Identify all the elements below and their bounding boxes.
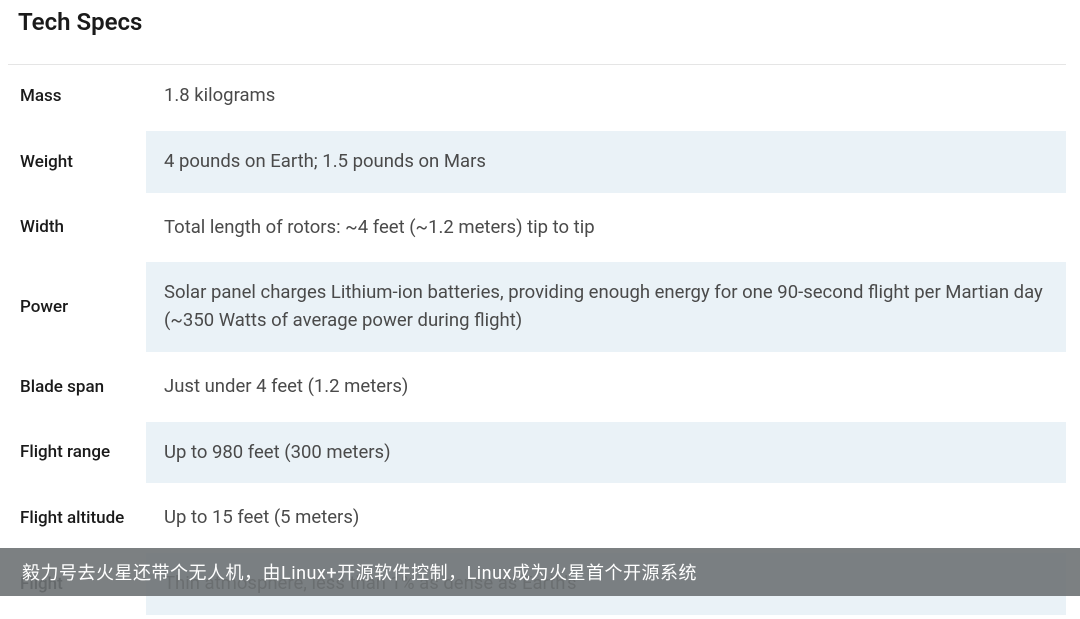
row-label: Weight [8, 131, 146, 197]
caption-text: 毅力号去火星还带个无人机，由Linux+开源软件控制，Linux成为火星首个开源… [22, 559, 697, 585]
row-label: Width [8, 197, 146, 263]
table-row: Width Total length of rotors: ~4 feet (~… [8, 197, 1066, 263]
row-value: Solar panel charges Lithium-ion batterie… [146, 262, 1066, 356]
row-label: Blade span [8, 356, 146, 422]
table-row: Mass 1.8 kilograms [8, 65, 1066, 131]
row-value: 4 pounds on Earth; 1.5 pounds on Mars [146, 131, 1066, 197]
caption-bar: 毅力号去火星还带个无人机，由Linux+开源软件控制，Linux成为火星首个开源… [0, 548, 1080, 596]
page-title: Tech Specs [8, 8, 1066, 36]
row-value: 1.8 kilograms [146, 65, 1066, 131]
table-row: Flight altitude Up to 15 feet (5 meters) [8, 487, 1066, 553]
specs-table: Mass 1.8 kilograms Weight 4 pounds on Ea… [8, 64, 1066, 619]
row-label: Flight range [8, 422, 146, 488]
row-label: Flight altitude [8, 487, 146, 553]
row-label: Mass [8, 65, 146, 131]
row-value: Up to 15 feet (5 meters) [146, 487, 1066, 553]
table-row: Power Solar panel charges Lithium-ion ba… [8, 262, 1066, 356]
table-row: Blade span Just under 4 feet (1.2 meters… [8, 356, 1066, 422]
table-row: Flight range Up to 980 feet (300 meters) [8, 422, 1066, 488]
row-value: Up to 980 feet (300 meters) [146, 422, 1066, 488]
row-value: Just under 4 feet (1.2 meters) [146, 356, 1066, 422]
row-value: Total length of rotors: ~4 feet (~1.2 me… [146, 197, 1066, 263]
table-row: Weight 4 pounds on Earth; 1.5 pounds on … [8, 131, 1066, 197]
row-label: Power [8, 262, 146, 356]
